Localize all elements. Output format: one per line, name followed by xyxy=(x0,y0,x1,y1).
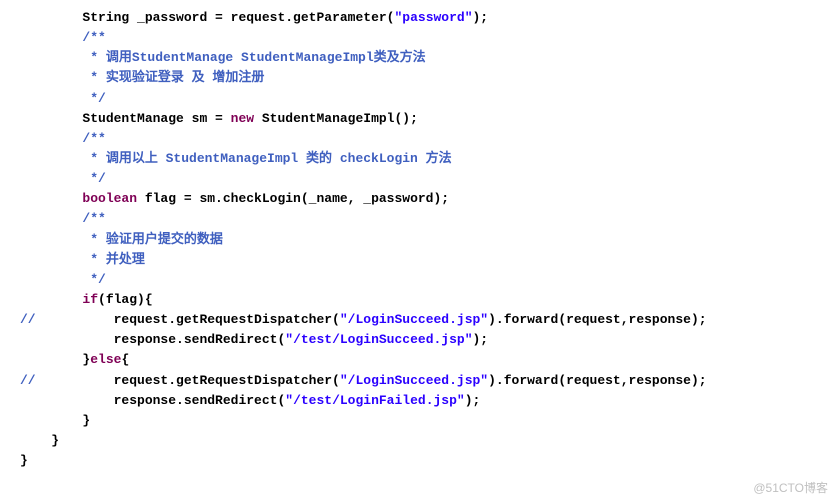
keyword-new: new xyxy=(231,111,254,126)
indent xyxy=(20,191,82,206)
code-text: { xyxy=(121,352,129,367)
string-literal: "/LoginSucceed.jsp" xyxy=(340,373,488,388)
indent xyxy=(20,393,114,408)
keyword-if: if xyxy=(82,292,98,307)
code-text: ); xyxy=(473,10,489,25)
code-line: * 调用以上 StudentManageImpl 类的 checkLogin 方… xyxy=(20,149,838,169)
code-block: String _password = request.getParameter(… xyxy=(0,8,838,471)
code-text: request.getRequestDispatcher( xyxy=(114,373,340,388)
code-text: flag = sm.checkLogin(_name, _password); xyxy=(137,191,449,206)
string-literal: "/test/LoginFailed.jsp" xyxy=(285,393,464,408)
code-line: * 调用StudentManage StudentManageImpl类及方法 xyxy=(20,48,838,68)
code-line: */ xyxy=(20,169,838,189)
code-text: response.sendRedirect( xyxy=(114,332,286,347)
string-literal: "/LoginSucceed.jsp" xyxy=(340,312,488,327)
code-line: } xyxy=(20,411,838,431)
brace-close: } xyxy=(20,453,28,468)
code-text: request.getRequestDispatcher( xyxy=(114,312,340,327)
string-literal: "password" xyxy=(394,10,472,25)
keyword-boolean: boolean xyxy=(82,191,137,206)
code-text: StudentManageImpl(); xyxy=(254,111,418,126)
code-line: * 验证用户提交的数据 xyxy=(20,230,838,250)
code-line: * 实现验证登录 及 增加注册 xyxy=(20,68,838,88)
code-line: String _password = request.getParameter(… xyxy=(20,8,838,28)
commented-out: // xyxy=(20,373,114,388)
indent xyxy=(20,111,82,126)
code-text: response.sendRedirect( xyxy=(114,393,286,408)
javadoc-start: /** xyxy=(20,131,106,146)
code-line: StudentManage sm = new StudentManageImpl… xyxy=(20,109,838,129)
code-text: ); xyxy=(465,393,481,408)
code-line: } xyxy=(20,451,838,471)
code-line: /** xyxy=(20,129,838,149)
code-line: */ xyxy=(20,270,838,290)
indent xyxy=(20,292,82,307)
code-text: (flag){ xyxy=(98,292,153,307)
javadoc-end: */ xyxy=(20,272,106,287)
javadoc-end: */ xyxy=(20,171,106,186)
code-line: // request.getRequestDispatcher("/LoginS… xyxy=(20,371,838,391)
brace-close: } xyxy=(20,413,90,428)
code-line: */ xyxy=(20,89,838,109)
code-line: } xyxy=(20,431,838,451)
code-text: ).forward(request,response); xyxy=(488,373,706,388)
javadoc-line: * 并处理 xyxy=(20,252,145,267)
code-text: StudentManage sm = xyxy=(82,111,230,126)
commented-out: // xyxy=(20,312,114,327)
code-line: /** xyxy=(20,28,838,48)
keyword-else: else xyxy=(90,352,121,367)
javadoc-line: * 调用以上 StudentManageImpl 类的 checkLogin 方… xyxy=(20,151,452,166)
indent xyxy=(20,10,82,25)
code-line: * 并处理 xyxy=(20,250,838,270)
string-literal: "/test/LoginSucceed.jsp" xyxy=(285,332,472,347)
code-line: if(flag){ xyxy=(20,290,838,310)
indent: } xyxy=(20,352,90,367)
code-line: // request.getRequestDispatcher("/LoginS… xyxy=(20,310,838,330)
indent xyxy=(20,332,114,347)
brace-close: } xyxy=(20,433,59,448)
javadoc-line: * 实现验证登录 及 增加注册 xyxy=(20,70,264,85)
javadoc-start: /** xyxy=(20,211,106,226)
javadoc-end: */ xyxy=(20,91,106,106)
watermark: @51CTO博客 xyxy=(753,479,828,498)
code-text: ); xyxy=(473,332,489,347)
code-line: response.sendRedirect("/test/LoginFailed… xyxy=(20,391,838,411)
javadoc-line: * 调用StudentManage StudentManageImpl类及方法 xyxy=(20,50,426,65)
code-line: boolean flag = sm.checkLogin(_name, _pas… xyxy=(20,189,838,209)
code-text: ).forward(request,response); xyxy=(488,312,706,327)
javadoc-start: /** xyxy=(20,30,106,45)
code-line: /** xyxy=(20,209,838,229)
code-line: }else{ xyxy=(20,350,838,370)
code-line: response.sendRedirect("/test/LoginSuccee… xyxy=(20,330,838,350)
javadoc-line: * 验证用户提交的数据 xyxy=(20,232,223,247)
code-text: String _password = request.getParameter( xyxy=(82,10,394,25)
